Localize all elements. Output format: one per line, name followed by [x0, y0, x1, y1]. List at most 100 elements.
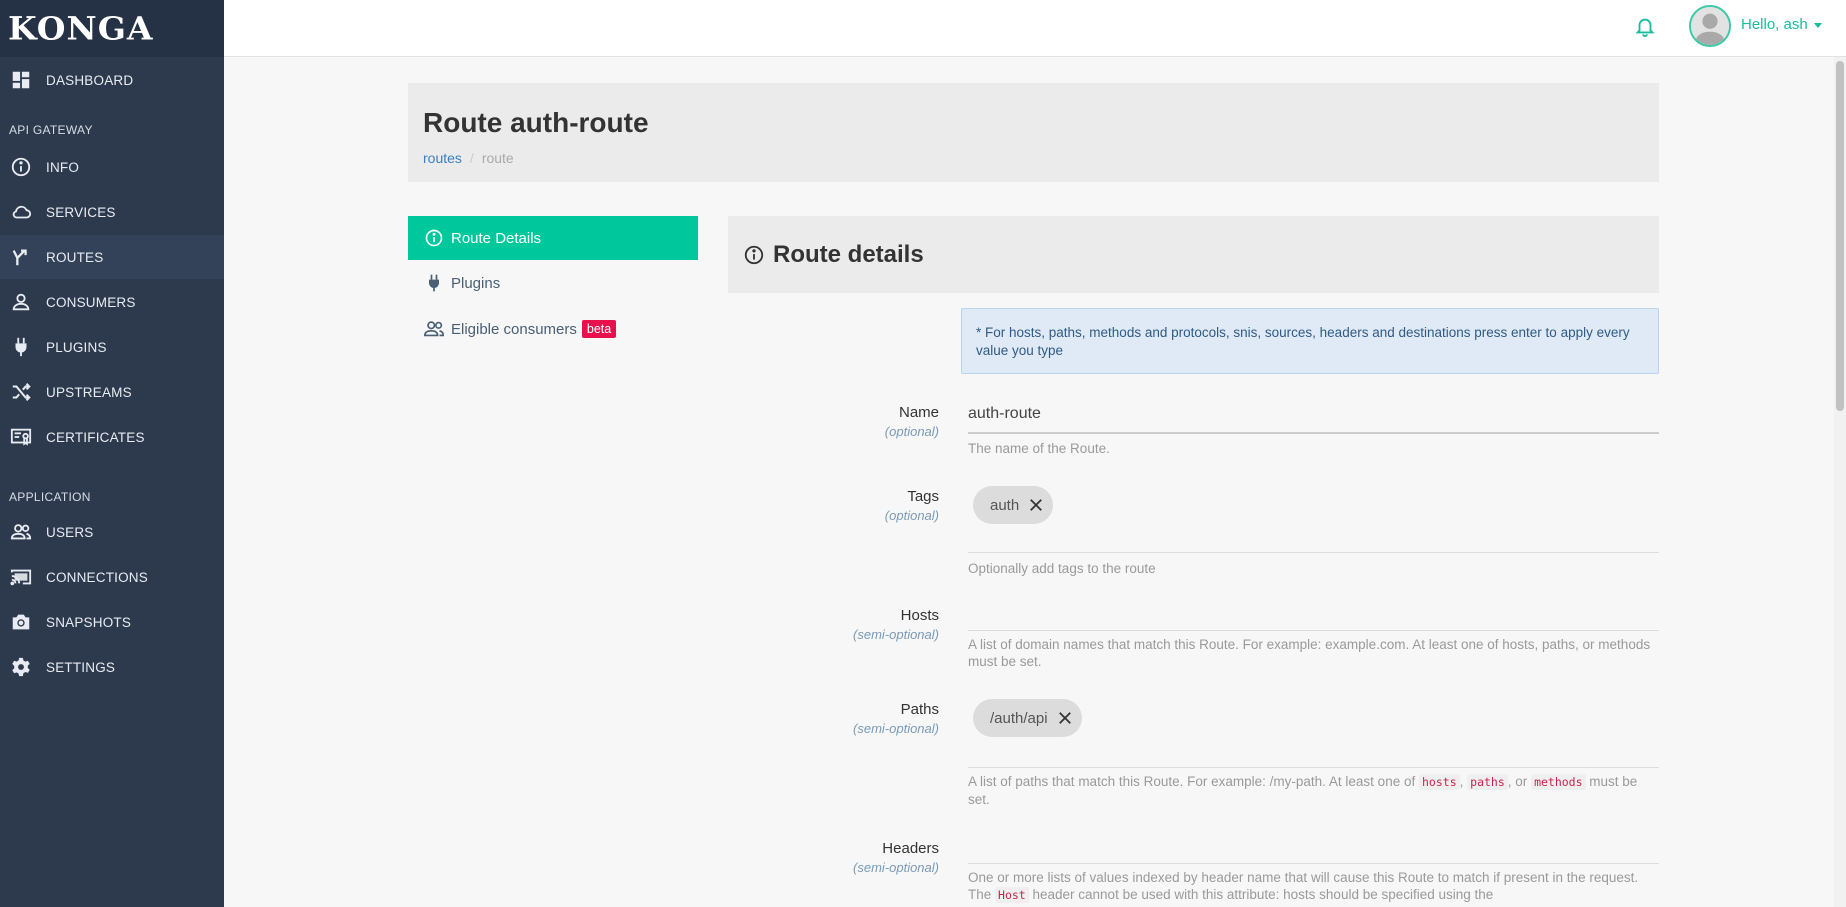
logo-text: KONGA — [8, 9, 154, 48]
name-input[interactable]: auth-route — [968, 405, 1041, 423]
close-icon[interactable] — [1027, 496, 1045, 514]
users-icon — [10, 521, 32, 543]
top-bar — [224, 0, 1846, 57]
hosts-input[interactable] — [968, 630, 1659, 631]
user-greeting: Hello, ash — [1741, 16, 1808, 33]
tag-chip: auth — [973, 486, 1054, 524]
code-host: Host — [995, 887, 1029, 903]
info-icon — [743, 244, 765, 266]
sidebar-item-services[interactable]: SERVICES — [0, 190, 224, 234]
sidebar-item-label: CERTIFICATES — [46, 429, 145, 445]
sidebar-item-label: USERS — [46, 524, 94, 540]
hosts-label-group: Hosts (semi-optional) — [739, 607, 939, 642]
name-label-group: Name (optional) — [739, 404, 939, 439]
cast-icon — [10, 566, 32, 588]
field-optional: (optional) — [884, 424, 939, 439]
sidebar-item-connections[interactable]: CONNECTIONS — [0, 555, 224, 599]
sidebar-item-consumers[interactable]: CONSUMERS — [0, 280, 224, 324]
tab-eligible-consumers[interactable]: Eligible consumers beta — [408, 307, 698, 351]
path-chip: /auth/api — [973, 699, 1082, 737]
sidebar-item-certificates[interactable]: CERTIFICATES — [0, 415, 224, 459]
plug-icon — [10, 336, 32, 358]
sidebar-item-label: DASHBOARD — [46, 72, 134, 88]
users-icon — [423, 318, 445, 340]
sidebar-item-label: SNAPSHOTS — [46, 614, 132, 630]
help-text: header cannot be used with this attribut… — [1032, 887, 1494, 902]
code-paths: paths — [1467, 774, 1508, 790]
camera-icon — [10, 611, 32, 633]
breadcrumb: routes / route — [423, 150, 514, 166]
tags-input[interactable] — [968, 552, 1659, 553]
user-menu[interactable]: Hello, ash — [1741, 16, 1822, 33]
tags-label-group: Tags (optional) — [739, 488, 939, 523]
scrollbar-thumb[interactable] — [1836, 61, 1844, 411]
avatar[interactable] — [1689, 5, 1731, 47]
name-input-underline — [968, 432, 1659, 434]
tab-plugins[interactable]: Plugins — [408, 261, 698, 305]
sidebar-item-snapshots[interactable]: SNAPSHOTS — [0, 600, 224, 644]
tab-label: Plugins — [451, 274, 501, 292]
breadcrumb-current: route — [481, 150, 514, 166]
info-icon — [423, 227, 445, 249]
help-text: , — [1459, 774, 1464, 789]
headers-label-group: Headers (semi-optional) — [739, 840, 939, 875]
sidebar-item-label: SETTINGS — [46, 659, 116, 675]
sidebar-item-dashboard[interactable]: DASHBOARD — [0, 58, 224, 102]
caret-down-icon — [1813, 22, 1822, 28]
tab-label: Eligible consumers — [451, 320, 577, 338]
paths-label-group: Paths (semi-optional) — [739, 701, 939, 736]
sidebar-item-plugins[interactable]: PLUGINS — [0, 325, 224, 369]
logo[interactable]: KONGA — [0, 0, 224, 57]
field-label: Hosts — [900, 607, 939, 624]
field-optional: (semi-optional) — [853, 721, 939, 736]
section-application: APPLICATION — [9, 490, 91, 504]
field-optional: (semi-optional) — [853, 627, 939, 642]
field-optional: (semi-optional) — [853, 860, 939, 875]
sidebar-item-label: INFO — [46, 159, 80, 175]
section-api-gateway: API GATEWAY — [9, 123, 93, 137]
cloud-icon — [10, 201, 32, 223]
info-icon — [10, 156, 32, 178]
sidebar-item-info[interactable]: INFO — [0, 145, 224, 189]
headers-input[interactable] — [968, 863, 1659, 864]
page-header: Route auth-route routes / route — [408, 83, 1659, 182]
sidebar-item-upstreams[interactable]: UPSTREAMS — [0, 370, 224, 414]
code-hosts: hosts — [1419, 774, 1460, 790]
help-text: , or — [1507, 774, 1528, 789]
field-optional: (optional) — [884, 508, 939, 523]
info-alert: * For hosts, paths, methods and protocol… — [961, 308, 1659, 374]
scrollbar[interactable] — [1834, 57, 1846, 907]
breadcrumb-routes[interactable]: routes — [423, 150, 462, 166]
breadcrumb-separator: / — [469, 150, 474, 166]
field-label: Tags — [907, 488, 939, 505]
tab-route-details[interactable]: Route Details — [408, 216, 698, 260]
field-label: Name — [898, 404, 939, 421]
sidebar-item-settings[interactable]: SETTINGS — [0, 645, 224, 689]
paths-input[interactable] — [968, 767, 1659, 768]
sidebar-item-label: CONNECTIONS — [46, 569, 148, 585]
sidebar-item-label: SERVICES — [46, 204, 116, 220]
bell-icon[interactable] — [1634, 14, 1656, 38]
field-label: Paths — [900, 701, 939, 718]
field-help: A list of paths that match this Route. F… — [968, 773, 1659, 808]
sidebar-item-routes[interactable]: ROUTES — [0, 235, 224, 279]
sidebar-item-users[interactable]: USERS — [0, 510, 224, 554]
chip-label: /auth/api — [990, 709, 1048, 727]
help-text: A list of paths that match this Route. F… — [968, 774, 1416, 789]
sidebar-item-label: ROUTES — [46, 249, 104, 265]
certificate-icon — [10, 426, 32, 448]
shuffle-icon — [10, 381, 32, 403]
close-icon[interactable] — [1056, 709, 1074, 727]
tab-label: Route Details — [451, 229, 542, 247]
sidebar: KONGA DASHBOARD API GATEWAY INFO SERVICE… — [0, 0, 224, 907]
panel-title: Route details — [773, 240, 924, 268]
sidebar-item-label: PLUGINS — [46, 339, 107, 355]
field-help: One or more lists of values indexed by h… — [968, 869, 1659, 904]
panel-header: Route details — [728, 216, 1659, 293]
field-help: The name of the Route. — [968, 441, 1110, 456]
page-title: Route auth-route — [423, 107, 649, 138]
routes-icon — [10, 246, 32, 268]
sidebar-item-label: CONSUMERS — [46, 294, 136, 310]
gear-icon — [10, 656, 32, 678]
field-label: Headers — [882, 840, 939, 857]
